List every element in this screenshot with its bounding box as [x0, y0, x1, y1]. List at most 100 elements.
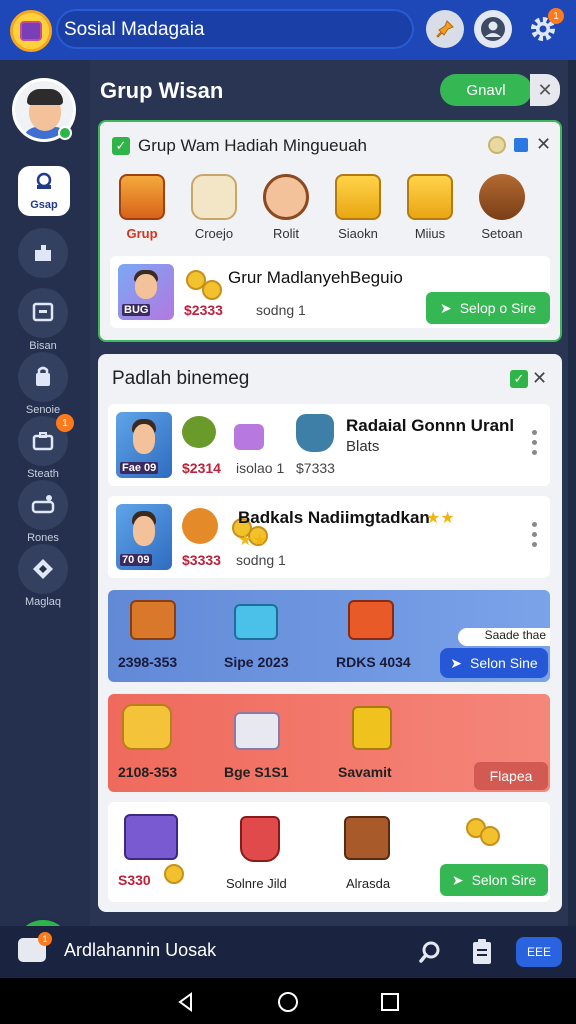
promo-banner-red[interactable]: 2108-353 Bge S1S1 Savamit Flapea	[108, 694, 550, 792]
promo-label: Savamit	[338, 764, 392, 780]
character-icon	[122, 704, 172, 750]
category-rolit[interactable]: Rolit	[252, 174, 320, 241]
plant-icon	[182, 416, 216, 448]
list-item[interactable]: 70 09 Badkals Nadiimgtadkan ★★ ★★ $3333 …	[108, 496, 550, 578]
sidebar-item-rones[interactable]: Rones	[14, 480, 72, 544]
promo-label: Alrasda	[346, 876, 391, 891]
card-heading: Padlah binemeg	[112, 368, 250, 389]
coin-icon	[480, 826, 500, 846]
avatar-portrait: 70 09	[116, 504, 172, 570]
person-icon	[263, 174, 309, 220]
more-options-icon[interactable]	[532, 522, 538, 552]
sidebar-item-maglaq[interactable]: Maglaq	[14, 544, 72, 608]
coin-icon	[164, 864, 184, 884]
flapea-button[interactable]: Flapea	[474, 762, 548, 790]
promo-banner-blue[interactable]: 2398-353 Sipe 2023 RDKS 4034 Saade thae …	[108, 590, 550, 682]
item-title: Radaial Gonnn Uranl	[346, 416, 515, 435]
sidebar-item-bisan[interactable]: Bisan	[14, 288, 72, 352]
suitcase-icon	[348, 600, 394, 640]
pouch-icon	[182, 508, 218, 544]
close-icon[interactable]: ✕	[532, 368, 547, 389]
featured-banner[interactable]: BUG Grur MadlanyehBeguio $2333 sodng 1 ➤…	[110, 256, 550, 328]
title-pill[interactable]: Sosial Madagaia	[56, 9, 414, 49]
category-siaokn[interactable]: Siaokn	[324, 174, 392, 241]
recent-apps-icon[interactable]	[376, 988, 404, 1016]
sidebar-item-label: Gsap	[30, 199, 58, 211]
treasure-chest-icon	[344, 816, 390, 860]
barrel-icon	[479, 174, 525, 220]
select-button[interactable]: ➤ Selon Sire	[440, 864, 548, 896]
category-label: Setoan	[481, 226, 523, 241]
gift-icon	[234, 712, 280, 750]
pineapple-box-icon	[352, 706, 392, 750]
chest-icon	[119, 174, 165, 220]
bag-icon	[36, 366, 50, 386]
checkbox-icon[interactable]: ✓	[510, 370, 528, 388]
button-label: Selon Sire	[471, 872, 537, 888]
meta-text: $7333	[296, 460, 335, 476]
gift-box-icon	[407, 174, 453, 220]
meta-text: sodng 1	[256, 302, 306, 318]
arrow-right-icon: ➤	[439, 299, 452, 316]
fruit-basket-icon	[240, 816, 280, 862]
box-icon	[234, 604, 278, 640]
category-grup[interactable]: Grup	[108, 174, 176, 241]
clipboard-icon[interactable]	[466, 936, 498, 968]
search-icon[interactable]	[414, 936, 446, 968]
sidebar-item-gsap[interactable]: Gsap	[18, 166, 70, 216]
top-app-bar: Sosial Madagaia 1	[0, 0, 576, 60]
camera-badge: 1	[38, 932, 52, 946]
sidebar-item-puzzle[interactable]	[14, 228, 72, 278]
app-logo-icon[interactable]	[10, 10, 52, 52]
list-item[interactable]: Fae 09 Radaial Gonnn Uranl Blats $2314 i…	[108, 404, 550, 486]
online-status-dot	[58, 126, 72, 140]
price: $2333	[184, 302, 223, 318]
category-label: Croejo	[194, 226, 234, 241]
crate-icon	[130, 600, 176, 640]
briefcase-icon	[32, 432, 54, 451]
price: $3333	[182, 552, 221, 568]
select-button[interactable]: ➤ Selop o Sire	[426, 292, 550, 324]
meta-text: isolao 1	[236, 460, 285, 476]
coin-mini-icon	[488, 136, 506, 154]
arrow-right-icon: ➤	[450, 654, 462, 671]
promo-label: Sipe 2023	[224, 654, 289, 670]
item-subtitle: Blats	[346, 438, 380, 455]
category-croejo[interactable]: Croejo	[180, 174, 248, 241]
user-profile-icon[interactable]	[474, 10, 512, 48]
meta-text: sodng 1	[236, 552, 286, 568]
main-content: Grup Wisan Gnavl ✕ ✓ Grup Wam Hadiah Min…	[90, 60, 568, 926]
promo-banner-white[interactable]: S330 Solnre Jild Alrasda ➤ Selon Sire	[108, 802, 550, 902]
card-heading: ✓ Grup Wam Hadiah Mingueuah	[112, 136, 367, 156]
category-row: Grup Croejo Rolit Siaokn Miius Setoan	[108, 174, 556, 254]
category-label: Siaokn	[338, 226, 378, 241]
back-icon[interactable]	[172, 988, 200, 1016]
share-mini-icon[interactable]	[514, 138, 528, 152]
rewards-list-card: Padlah binemeg ✓ ✕ Fae 09 Radaial Gonnn …	[98, 354, 562, 912]
close-button[interactable]: ✕	[530, 74, 560, 106]
close-icon[interactable]: ✕	[536, 134, 551, 155]
bottom-status-text: Ardlahannin Uosak	[64, 940, 217, 960]
bag-icon	[296, 414, 334, 452]
gnavl-button[interactable]: Gnavl	[440, 74, 532, 106]
category-setoan[interactable]: Setoan	[468, 174, 536, 241]
checkbox-icon[interactable]: ✓	[112, 137, 130, 155]
promo-label: S330	[118, 872, 151, 888]
promo-label: RDKS 4034	[336, 654, 411, 670]
diamond-icon	[33, 559, 53, 579]
stars-icon: ★★	[426, 510, 455, 527]
more-options-icon[interactable]	[532, 430, 538, 460]
portrait-tag: BUG	[122, 304, 151, 316]
pin-icon[interactable]	[426, 10, 464, 48]
sidebar-item-senoie[interactable]: Senoie	[14, 352, 72, 416]
select-button[interactable]: ➤ Selon Sine	[440, 648, 548, 678]
item-title: Badkals Nadiimgtadkan	[238, 508, 430, 527]
notification-badge: 1	[548, 8, 564, 24]
category-miius[interactable]: Miius	[396, 174, 464, 241]
button-label: Selon Sine	[470, 655, 538, 671]
portrait-tag: Fae 09	[120, 462, 159, 474]
keyboard-button[interactable]: EEE	[516, 937, 562, 967]
coin-icon	[202, 280, 222, 300]
price: $2314	[182, 460, 221, 476]
home-icon[interactable]	[274, 988, 302, 1016]
